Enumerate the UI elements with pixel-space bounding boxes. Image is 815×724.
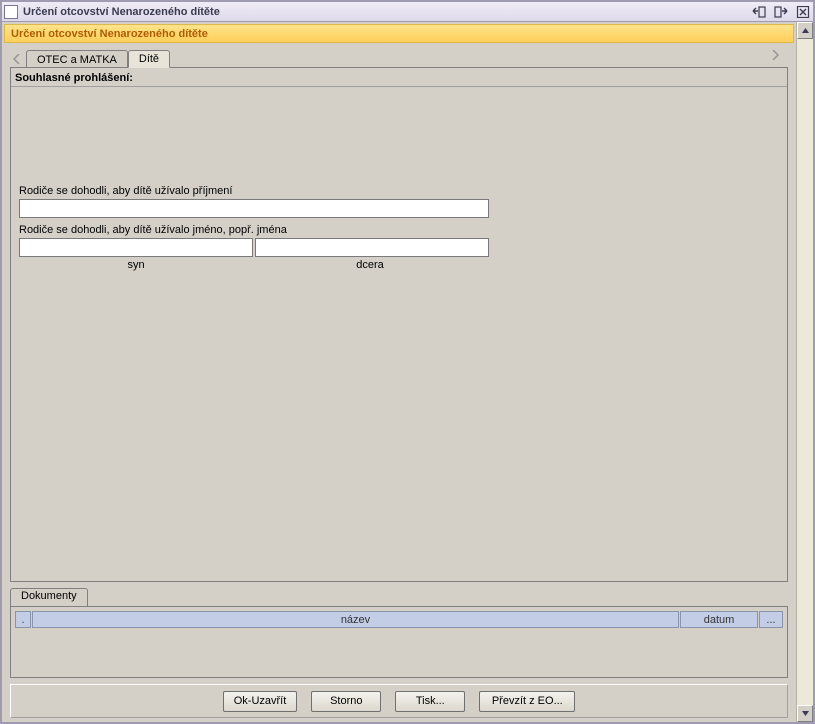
minimize-restore-icon[interactable] [751,5,767,19]
son-caption: syn [19,259,253,271]
documents-table-header: . název datum ... [15,611,783,628]
print-button[interactable]: Tisk... [395,691,465,712]
maximize-icon[interactable] [773,5,789,19]
banner-text: Určení otcovství Nenarozeného dítěte [11,28,208,40]
titlebar: Určení otcovství Nenarozeného dítěte [2,2,813,22]
main-panel: Určení otcovství Nenarozeného dítěte OTE… [2,22,796,722]
window-title: Určení otcovství Nenarozeného dítěte [23,6,751,18]
tab-label: Dítě [139,53,159,65]
scroll-up-button[interactable] [797,22,813,39]
documents-tabrow: Dokumenty [10,588,788,606]
col-more[interactable]: ... [759,611,783,628]
app-icon [4,5,18,19]
tabs: OTEC a MATKA Dítě [26,49,170,67]
col-dot[interactable]: . [15,611,31,628]
close-icon[interactable] [795,5,811,19]
surname-input[interactable] [19,199,489,218]
name-inputs [19,238,491,257]
banner: Určení otcovství Nenarozeného dítěte [4,24,794,43]
tab-child[interactable]: Dítě [128,50,170,68]
tab-scroll-left[interactable] [10,51,24,67]
daughter-caption: dcera [253,259,487,271]
name-captions: syn dcera [19,259,491,271]
window-controls [751,5,811,19]
cancel-button[interactable]: Storno [311,691,381,712]
vertical-scrollbar[interactable] [796,22,813,722]
son-name-input[interactable] [19,238,253,257]
daughter-name-input[interactable] [255,238,489,257]
documents-panel: . název datum ... [10,606,788,678]
child-panel: Souhlasné prohlášení: Rodiče se dohodli,… [10,67,788,582]
documents-section: Dokumenty . název datum ... [10,588,788,678]
button-bar: Ok-Uzavřít Storno Tisk... Převzít z EO..… [10,684,788,718]
body-area: Určení otcovství Nenarozeného dítěte OTE… [2,22,813,722]
documents-tab[interactable]: Dokumenty [10,588,88,606]
window-root: Určení otcovství Nenarozeného dítěte [0,0,815,724]
surname-label: Rodiče se dohodli, aby dítě užívalo příj… [19,185,779,197]
documents-tab-label: Dokumenty [21,590,77,602]
ok-button[interactable]: Ok-Uzavřít [223,691,298,712]
col-date[interactable]: datum [680,611,758,628]
import-eo-button[interactable]: Převzít z EO... [479,691,575,712]
tab-parents[interactable]: OTEC a MATKA [26,50,128,68]
scroll-down-button[interactable] [797,705,813,722]
tab-scroll-right[interactable] [768,47,782,63]
name-label: Rodiče se dohodli, aby dítě užívalo jmén… [19,224,779,236]
form-area: Rodiče se dohodli, aby dítě užívalo příj… [11,87,787,279]
col-name[interactable]: název [32,611,679,628]
scroll-track[interactable] [797,39,813,705]
section-title: Souhlasné prohlášení: [11,68,787,87]
tab-row: OTEC a MATKA Dítě [4,45,794,67]
tab-label: OTEC a MATKA [37,54,117,66]
